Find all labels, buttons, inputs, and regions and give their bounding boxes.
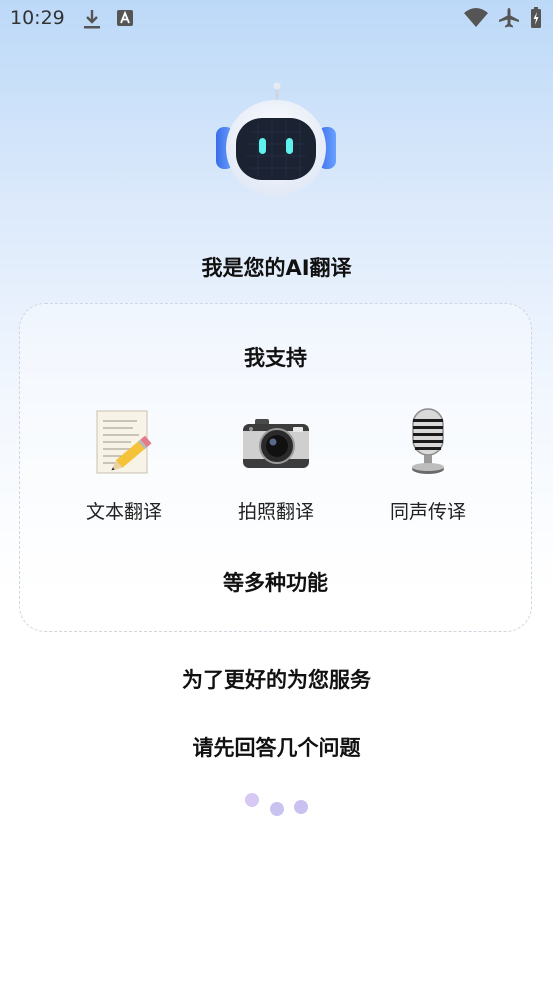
status-bar: 10:29 (0, 0, 553, 38)
feature-label-text: 文本翻译 (85, 501, 162, 523)
feature-text-translation: 文本翻译 (54, 407, 194, 524)
memo-pencil-icon (89, 407, 159, 477)
loading-dot (245, 793, 259, 807)
camera-icon (241, 407, 311, 477)
feature-label-photo: 拍照翻译 (237, 501, 314, 523)
loading-dot (270, 802, 284, 816)
prompt-line-2: 请先回答几个问题 (192, 736, 361, 760)
a-notification-icon (116, 8, 134, 32)
features-heading: 我支持 (244, 346, 307, 370)
status-time: 10:29 (10, 7, 65, 29)
airplane-mode-icon (498, 7, 520, 33)
microphone-icon (393, 407, 463, 477)
hero-title: 我是您的AI翻译 (201, 256, 352, 280)
battery-icon (530, 7, 542, 33)
wifi-icon (463, 8, 489, 32)
features-card: 我支持 文本翻译 拍照翻译 同声传译 等多种功能 (19, 303, 532, 632)
feature-photo-translation: 拍照翻译 (206, 407, 346, 524)
feature-label-simultaneous: 同声传译 (389, 501, 466, 523)
prompt-line-1: 为了更好的为您服务 (182, 668, 371, 692)
robot-mascot-icon (214, 82, 338, 198)
feature-simultaneous-interpretation: 同声传译 (358, 407, 498, 524)
loading-dot (294, 800, 308, 814)
features-footer: 等多种功能 (223, 571, 328, 595)
download-icon (82, 8, 102, 34)
